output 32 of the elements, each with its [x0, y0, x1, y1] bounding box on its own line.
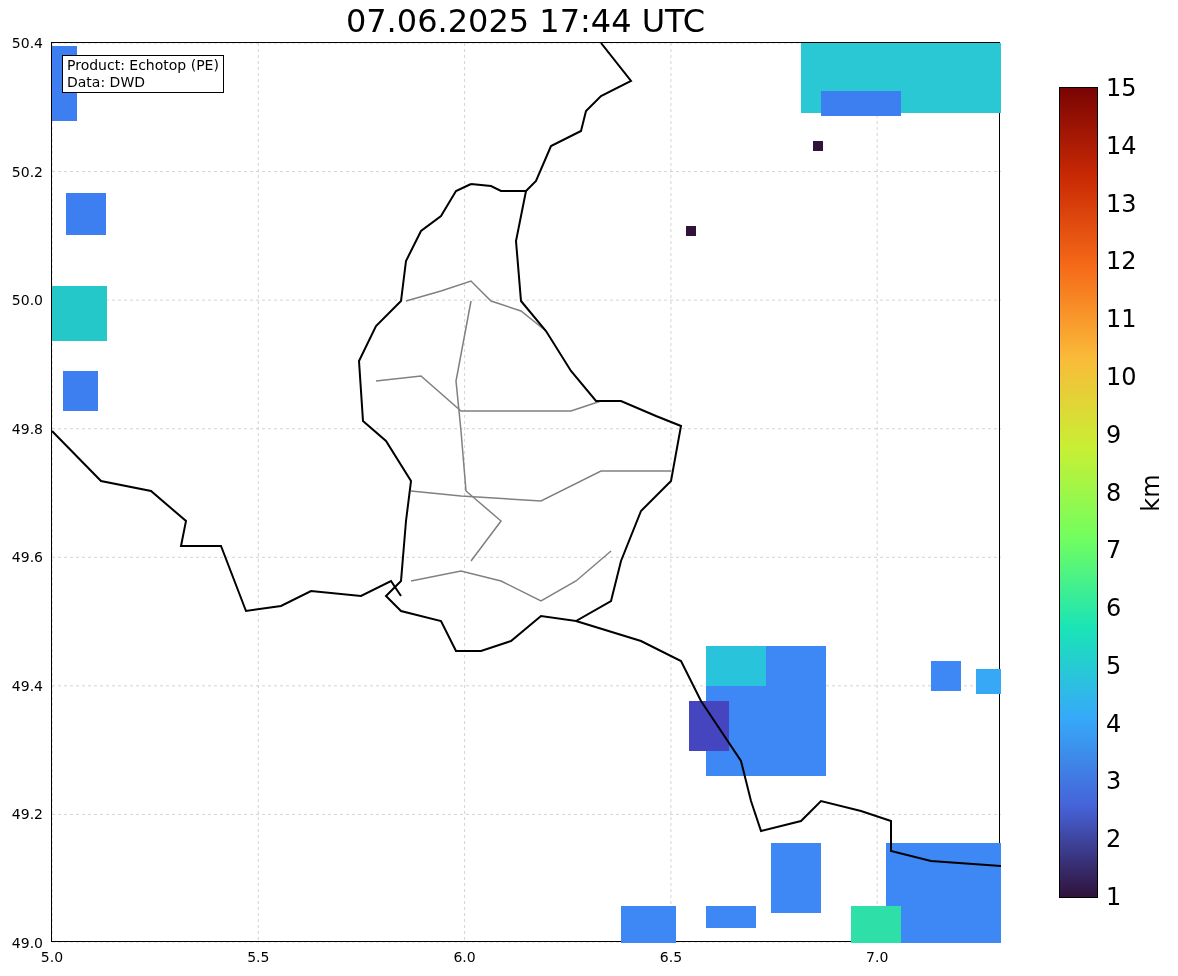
y-tick-label: 49.6: [11, 549, 43, 566]
x-tick-label: 7.0: [866, 949, 889, 965]
y-tick-label: 49.4: [11, 677, 43, 694]
colorbar-tick-label: 9: [1106, 421, 1122, 448]
colorbar-tick-label: 1: [1106, 884, 1122, 910]
x-tick-label: 5.0: [40, 949, 64, 965]
legend-text: Data: DWD: [67, 74, 146, 91]
colorbar-tick-label: 5: [1106, 652, 1122, 679]
y-tick-label: 49.8: [11, 420, 43, 437]
legend-text: Product: Echotop (PE): [67, 57, 219, 74]
x-tick-label: 6.5: [659, 949, 683, 965]
colorbar-tick-label: 10: [1106, 363, 1137, 390]
colorbar-tick-label: 8: [1106, 479, 1122, 506]
y-tick-label: 50.0: [11, 292, 43, 309]
y-tick-label: 50.4: [11, 35, 43, 51]
colorbar-tick-label: 6: [1106, 595, 1122, 622]
colorbar-tick-label: 15: [1106, 75, 1137, 101]
y-tick-label: 49.2: [11, 806, 43, 823]
colorbar-tick-label: 11: [1106, 306, 1137, 333]
colorbar-tick-label: 14: [1106, 132, 1137, 159]
colorbar-tick-label: 2: [1106, 826, 1122, 853]
colorbar-tick-label: 3: [1106, 768, 1122, 795]
y-tick-label: 49.0: [11, 935, 43, 951]
y-tick-label: 50.2: [11, 163, 43, 180]
colorbar-tick-label: 12: [1106, 248, 1137, 275]
x-tick-label: 6.0: [453, 949, 476, 965]
x-tick-label: 5.5: [247, 949, 270, 965]
colorbar-tick-label: 7: [1106, 537, 1122, 564]
colorbar-tick-label: 13: [1106, 190, 1137, 217]
colorbar-tick-label: 4: [1106, 710, 1122, 737]
colorbar-label: km: [1137, 474, 1164, 512]
chart-title: 07.06.2025 17:44 UTC: [345, 5, 706, 37]
